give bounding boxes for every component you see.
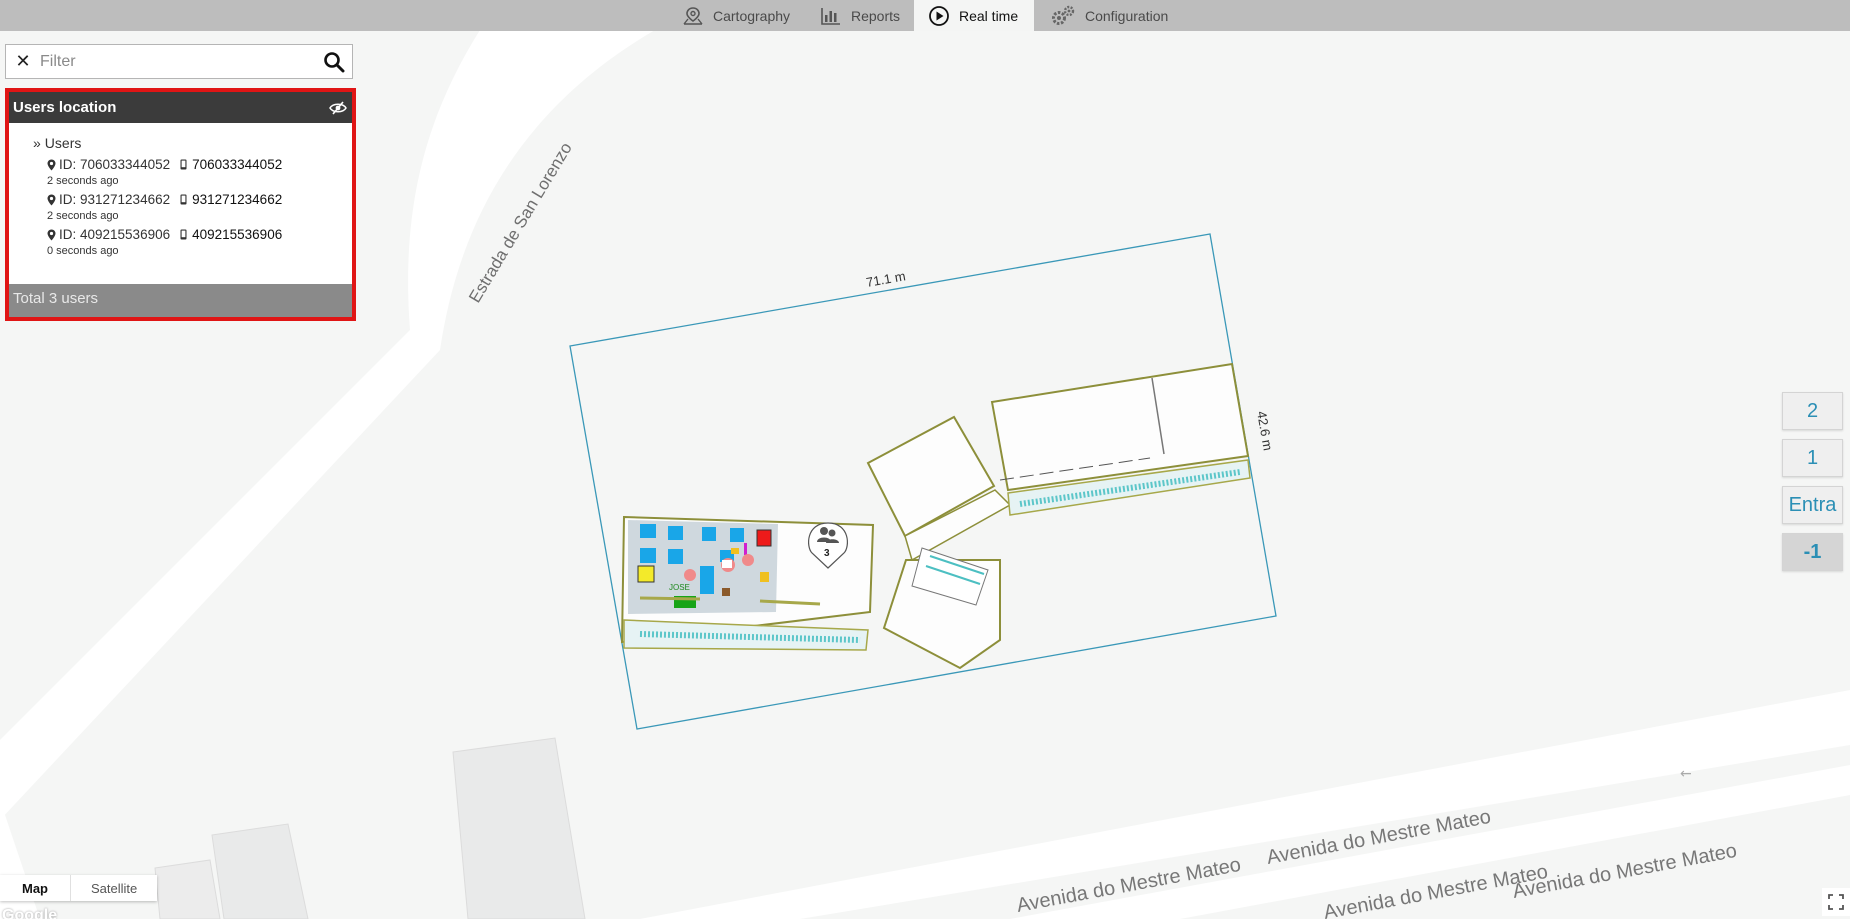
location-pin-icon	[47, 194, 56, 205]
floor-button-1[interactable]: 1	[1782, 439, 1843, 477]
building-footprint	[452, 737, 586, 919]
user-last-seen: 2 seconds ago	[47, 175, 119, 187]
floor-button-entrance[interactable]: Entra	[1782, 486, 1843, 524]
group-label: Users	[44, 135, 82, 151]
user-list-item[interactable]: ID: 409215536906 409215536906 0 seconds …	[47, 226, 352, 257]
clear-filter-icon[interactable]: ✕	[6, 51, 40, 72]
tab-cartography-label: Cartography	[713, 7, 791, 24]
user-id: ID: 706033344052	[59, 157, 171, 172]
road-fragment	[0, 800, 40, 919]
visibility-toggle-button[interactable]	[329, 100, 347, 115]
map-type-map-button[interactable]: Map	[0, 875, 71, 901]
tab-configuration[interactable]: Configuration	[1050, 0, 1168, 31]
user-list-item[interactable]: ID: 706033344052 706033344052 2 seconds …	[47, 156, 352, 187]
gears-icon	[1052, 5, 1075, 25]
fullscreen-button[interactable]	[1822, 888, 1850, 916]
tab-cartography[interactable]: Cartography	[682, 0, 790, 31]
tab-configuration-label: Configuration	[1085, 7, 1169, 24]
filter-input[interactable]	[40, 52, 316, 71]
cluster-count: 3	[824, 548, 830, 559]
phone-icon	[180, 159, 187, 170]
floor-plan[interactable]: JOSE 3	[620, 362, 1251, 670]
user-list-item[interactable]: ID: 931271234662 931271234662 2 seconds …	[47, 191, 352, 222]
building-footprint	[211, 823, 309, 919]
floor-button-minus-1[interactable]: -1	[1782, 533, 1843, 571]
double-chevron-right-icon: »	[33, 135, 41, 151]
eye-slash-icon	[329, 100, 347, 115]
location-pin-icon	[47, 229, 56, 240]
user-phone: 706033344052	[192, 157, 283, 172]
google-logo: Google	[2, 907, 58, 919]
user-last-seen: 2 seconds ago	[47, 210, 119, 222]
search-icon	[324, 51, 345, 72]
user-phone: 931271234662	[192, 192, 283, 207]
panel-body: » Users ID: 706033344052 706033344052 2 …	[9, 123, 352, 257]
user-phone: 409215536906	[192, 227, 283, 242]
map-type-satellite-button[interactable]: Satellite	[71, 875, 157, 901]
phone-icon	[180, 194, 187, 205]
tab-reports[interactable]: Reports	[820, 0, 900, 31]
tab-real-time-label: Real time	[959, 7, 1019, 24]
map-type-control: Map Satellite	[0, 875, 158, 901]
bar-chart-icon	[821, 7, 840, 25]
filter-box: ✕	[5, 44, 353, 79]
room-label: JOSE	[669, 583, 690, 592]
dimension-width-label: 71.1 m	[865, 268, 907, 290]
top-navigation: Cartography Reports Real time Configurat…	[0, 0, 1850, 31]
users-total: Total 3 users	[9, 284, 352, 317]
users-location-panel: Users location » Users ID: 706033344052 …	[5, 88, 356, 321]
user-id: ID: 931271234662	[59, 192, 171, 207]
map-pin-icon	[683, 6, 703, 25]
users-group-toggle[interactable]: » Users	[33, 135, 352, 151]
phone-icon	[180, 229, 187, 240]
fullscreen-icon	[1828, 894, 1844, 910]
play-circle-icon	[929, 5, 949, 26]
panel-header: Users location	[9, 92, 352, 123]
location-pin-icon	[47, 159, 56, 170]
tab-reports-label: Reports	[851, 7, 901, 24]
tab-real-time[interactable]: Real time	[914, 0, 1034, 31]
floor-button-2[interactable]: 2	[1782, 392, 1843, 430]
search-button[interactable]	[316, 51, 352, 73]
building-footprint	[154, 859, 221, 919]
panel-title: Users location	[13, 99, 117, 116]
oneway-arrow-icon: ←	[1680, 766, 1692, 782]
user-last-seen: 0 seconds ago	[47, 245, 119, 257]
dimension-height-label: 42.6 m	[1254, 410, 1276, 452]
user-id: ID: 409215536906	[59, 227, 171, 242]
